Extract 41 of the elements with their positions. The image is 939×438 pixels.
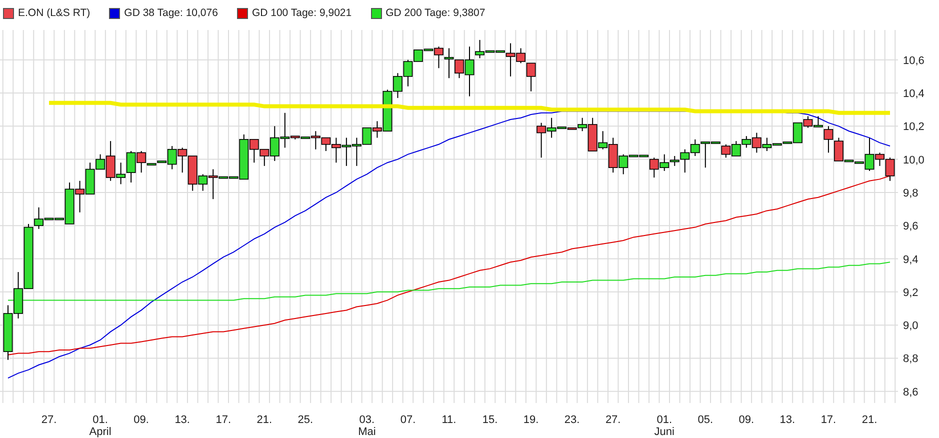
axis-label: 01. April [89, 414, 112, 438]
axis-label: 17. [216, 414, 232, 426]
axis-label: 23. [564, 414, 580, 426]
axis-label: 9,6 [903, 220, 918, 233]
axis-label: 9,0 [903, 320, 918, 332]
axis-label: 19. [523, 414, 539, 426]
axis-label: 9,2 [903, 286, 918, 299]
axis-label: 21. [862, 414, 878, 426]
axis-label: 27. [605, 414, 621, 426]
axis-label: 17. [820, 414, 836, 426]
axis-label: 8,6 [903, 386, 918, 398]
axis-label: 10,4 [903, 88, 924, 100]
axis-label: 13. [174, 414, 190, 426]
candlestick [178, 147, 188, 174]
axis-label: 15. [482, 414, 498, 426]
candlestick [731, 140, 741, 156]
axis-label: 09. [134, 414, 149, 426]
axis-label: 9,8 [903, 187, 918, 200]
axis-label: 10,2 [903, 121, 924, 134]
axis-label: 8,8 [903, 353, 918, 366]
axis-label: 13. [780, 414, 796, 426]
legend-label: E.ON (L&S RT) [18, 7, 90, 19]
axis-label: 21. [256, 414, 272, 426]
axis-label: 07. [400, 414, 416, 426]
legend-label: GD 38 Tage: 10,076 [124, 7, 218, 19]
axis-label: 05. [698, 414, 714, 426]
axis-label: 01. Juni [654, 414, 674, 438]
axis-label: 11. [442, 414, 456, 426]
axis-label: 10,6 [903, 54, 924, 67]
axis-label: 27. [41, 414, 57, 426]
candlestick [75, 180, 84, 213]
axis-label: 10,0 [903, 154, 924, 166]
axis-label: 03. Mai [358, 414, 376, 438]
candlestick [14, 272, 23, 319]
legend-label: GD 100 Tage: 9,9021 [252, 7, 352, 19]
axis-label: 09. [738, 414, 754, 426]
candlestick [342, 137, 352, 166]
axis-label: 25. [298, 414, 314, 426]
legend-label: GD 200 Tage: 9,3807 [386, 7, 486, 19]
axis-label: 9,4 [903, 254, 918, 266]
candlestick [3, 304, 13, 360]
